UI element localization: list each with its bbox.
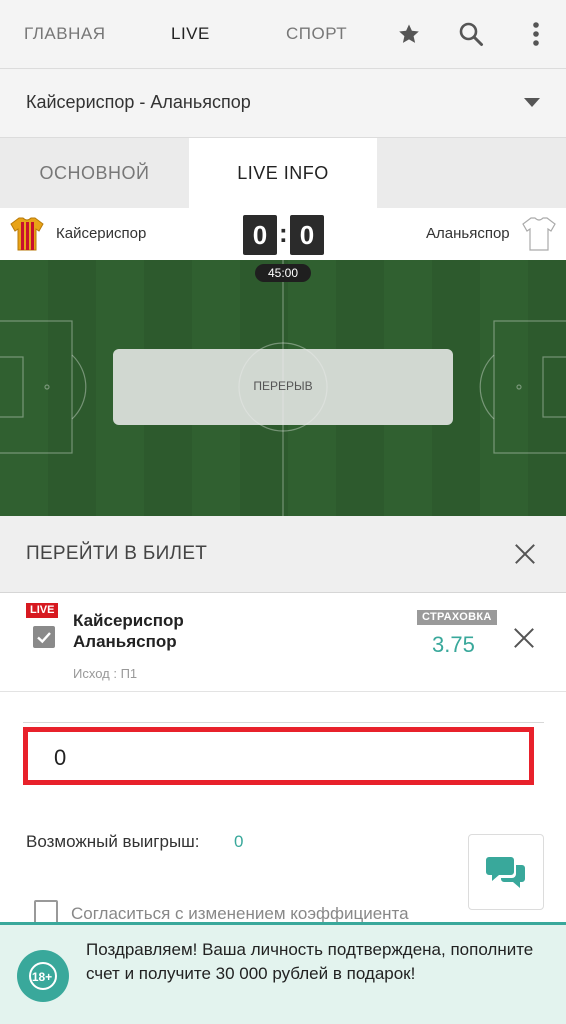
- score-separator: :: [279, 218, 288, 248]
- home-kit-icon: [10, 216, 44, 257]
- nav-tab-main[interactable]: ГЛАВНАЯ: [24, 24, 105, 44]
- ticket-header-title: ПЕРЕЙТИ В БИЛЕТ: [26, 543, 208, 564]
- tab-main[interactable]: ОСНОВНОЙ: [0, 138, 189, 208]
- home-score: 0: [243, 215, 277, 255]
- away-score: 0: [290, 215, 324, 255]
- chat-icon: [486, 857, 525, 888]
- divider: [23, 722, 544, 723]
- nav-tab-sport[interactable]: СПОРТ: [286, 24, 347, 44]
- match-selector[interactable]: Кайсериспор - Аланьяспор: [0, 69, 566, 138]
- bet-outcome: Исход : П1: [73, 666, 138, 681]
- bet-team-1: Кайсериспор: [73, 611, 184, 630]
- search-icon[interactable]: [455, 18, 487, 50]
- possible-winnings-value: 0: [234, 832, 244, 851]
- age-badge-text: 18+: [32, 970, 52, 984]
- tab-live-info[interactable]: LIVE INFO: [189, 138, 377, 208]
- checkmark-icon: [37, 632, 51, 644]
- stake-input[interactable]: 0: [23, 727, 534, 785]
- age-18-icon: 18+: [17, 950, 69, 1002]
- agree-label: Согласиться с изменением коэффициента: [71, 904, 409, 923]
- match-timer: 45:00: [255, 264, 311, 282]
- match-field: 45:00 ПЕРЕРЫВ: [0, 260, 566, 516]
- agree-checkbox[interactable]: [34, 900, 58, 924]
- ticket-header[interactable]: ПЕРЕЙТИ В БИЛЕТ: [0, 516, 566, 593]
- insurance-badge[interactable]: СТРАХОВКА: [417, 610, 497, 625]
- away-kit-icon: [522, 216, 556, 257]
- more-vert-icon[interactable]: [520, 18, 552, 50]
- remove-bet-icon[interactable]: [511, 625, 537, 651]
- home-team-name: Кайсериспор: [56, 225, 147, 242]
- possible-winnings-label: Возможный выигрыш:: [26, 832, 200, 851]
- stake-input-value: 0: [54, 745, 67, 770]
- close-icon[interactable]: [512, 541, 538, 567]
- banner-message: Поздравляем! Ваша личность подтверждена,…: [86, 940, 534, 983]
- sub-tabs: ОСНОВНОЙ LIVE INFO: [0, 138, 566, 208]
- notification-banner[interactable]: 18+ Поздравляем! Ваша личность подтвержд…: [0, 922, 566, 1024]
- away-team-name: Аланьяспор: [426, 225, 510, 242]
- bet-odds: 3.75: [432, 632, 475, 657]
- chat-button[interactable]: [468, 834, 544, 910]
- bet-team-2: Аланьяспор: [73, 632, 177, 651]
- star-icon[interactable]: [393, 18, 425, 50]
- live-badge: LIVE: [26, 603, 59, 618]
- bet-card: LIVE Кайсериспор Аланьяспор Исход : П1 С…: [0, 593, 566, 692]
- match-selector-label: Кайсериспор - Аланьяспор: [26, 92, 251, 112]
- scoreboard: Кайсериспор 0 : 0 Аланьяспор: [0, 208, 566, 260]
- match-status-label: ПЕРЕРЫВ: [253, 379, 313, 393]
- dropdown-caret-icon: [524, 98, 540, 107]
- bet-checkbox[interactable]: [33, 626, 55, 648]
- nav-tab-live[interactable]: LIVE: [171, 24, 210, 44]
- top-navigation: ГЛАВНАЯ LIVE СПОРТ: [0, 0, 566, 69]
